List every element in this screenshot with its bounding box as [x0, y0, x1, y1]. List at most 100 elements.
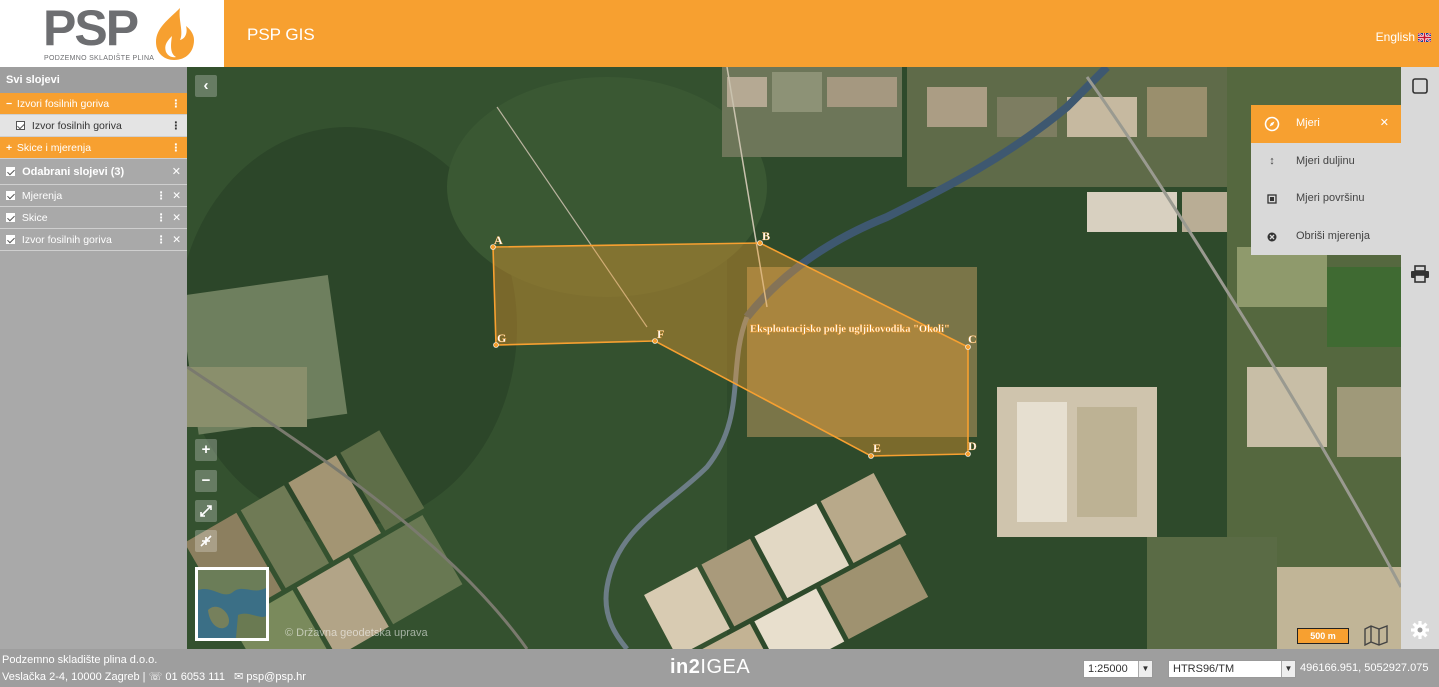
vertex-label-c: C: [968, 332, 977, 346]
vertex-label-g: G: [497, 331, 506, 345]
brand-bold: in2: [670, 656, 701, 678]
footer-address: Veslačka 2-4, 10000 Zagreb: [2, 671, 140, 683]
separator: [228, 671, 231, 683]
expand-icon[interactable]: +: [6, 137, 14, 159]
uk-flag-icon: [1418, 32, 1431, 42]
close-icon[interactable]: ✕: [172, 185, 181, 207]
close-icon[interactable]: ✕: [172, 159, 181, 185]
shrink-arrows-icon: [200, 535, 212, 547]
selected-layers-header[interactable]: Odabrani slojevi (3) ✕: [0, 159, 187, 185]
map-view[interactable]: A B C D E F G Eksploatacijsko polje uglj…: [187, 67, 1401, 649]
collapse-icon[interactable]: −: [6, 93, 14, 115]
overview-imagery: [198, 570, 266, 638]
layer-group-label: Skice i mjerenja: [16, 142, 92, 154]
selected-layer-fossil-fuel-source[interactable]: Izvor fosilnih goriva ⋮ ✕: [0, 229, 187, 251]
measure-menu-header[interactable]: Mjeri ✕: [1251, 105, 1401, 143]
ruler-vertical-icon: ↕: [1269, 154, 1275, 167]
clear-measurements-item[interactable]: Obriši mjerenja: [1251, 218, 1401, 256]
measure-item-label: Mjeri duljinu: [1296, 154, 1355, 167]
measure-menu-title: Mjeri: [1296, 117, 1320, 129]
footer-email[interactable]: psp@psp.hr: [246, 671, 305, 683]
close-icon[interactable]: ✕: [1380, 105, 1389, 143]
vertex-label-a: A: [494, 233, 503, 247]
all-layers-title: Svi slojevi: [0, 67, 187, 93]
expand-arrows-icon: [200, 505, 212, 517]
selected-layers-title: Odabrani slojevi (3): [22, 166, 125, 178]
logo[interactable]: PSP PODZEMNO SKLADIŠTE PLINA: [0, 0, 224, 67]
layer-label: Skice: [21, 212, 48, 224]
vertex-label-d: D: [968, 439, 977, 453]
layer-checkbox[interactable]: [6, 191, 15, 200]
zoom-extent-button[interactable]: [195, 530, 217, 552]
scale-select-value: 1:25000: [1088, 663, 1128, 675]
layer-fossil-fuel-source[interactable]: Izvor fosilnih goriva ⋮: [0, 115, 187, 137]
overview-map[interactable]: [195, 567, 269, 641]
layer-group-fossil-fuels[interactable]: − Izvori fosilnih goriva ⋮: [0, 93, 187, 115]
menu-dots-icon[interactable]: ⋮: [156, 229, 167, 251]
layer-label: Izvor fosilnih goriva: [21, 234, 112, 246]
measure-item-label: Obriši mjerenja: [1296, 229, 1370, 242]
projection-select-value: HTRS96/TM: [1173, 663, 1235, 675]
fullscreen-button[interactable]: [195, 500, 217, 522]
layer-checkbox[interactable]: [16, 121, 25, 130]
layer-checkbox[interactable]: [6, 213, 15, 222]
scale-select[interactable]: 1:25000 ▼: [1083, 660, 1153, 678]
vertex-label-b: B: [762, 229, 770, 243]
footer: Podzemno skladište plina d.o.o. Veslačka…: [0, 649, 1439, 687]
remove-circle-icon: [1264, 218, 1280, 259]
measure-item-label: Mjeri površinu: [1296, 192, 1365, 204]
menu-dots-icon[interactable]: ⋮: [171, 93, 182, 115]
zoom-out-button[interactable]: −: [195, 470, 217, 492]
vertex-label-e: E: [873, 441, 881, 455]
layers-panel: Svi slojevi − Izvori fosilnih goriva ⋮ I…: [0, 67, 187, 649]
close-icon[interactable]: ✕: [172, 207, 181, 229]
cursor-coordinates: 496166.951, 5052927.075: [1300, 662, 1429, 674]
close-icon[interactable]: ✕: [172, 229, 181, 251]
selected-layer-measurements[interactable]: Mjerenja ⋮ ✕: [0, 185, 187, 207]
flame-icon: [156, 8, 194, 60]
measure-length-item[interactable]: ↕ Mjeri duljinu: [1251, 143, 1401, 181]
phone-icon: ☏: [148, 671, 163, 683]
satellite-imagery: A B C D E F G Eksploatacijsko polje uglj…: [187, 67, 1401, 649]
area-icon: [1264, 180, 1280, 221]
scale-bar: 500 m: [1297, 628, 1349, 644]
polygon-label: Eksploatacijsko polje ugljikovodika "Oko…: [750, 324, 950, 335]
square-icon: [1412, 78, 1428, 94]
language-label: English: [1375, 30, 1415, 44]
menu-dots-icon[interactable]: ⋮: [171, 137, 182, 159]
envelope-icon: ✉: [234, 671, 244, 683]
header-bar: PSP GIS English: [224, 0, 1439, 67]
menu-dots-icon[interactable]: ⋮: [156, 207, 167, 229]
menu-dots-icon[interactable]: ⋮: [156, 185, 167, 207]
right-toolbar: [1401, 67, 1439, 649]
settings-button[interactable]: [1401, 611, 1439, 649]
measure-area-item[interactable]: Mjeri površinu: [1251, 180, 1401, 218]
map-attribution: © Državna geodetska uprava: [285, 627, 428, 639]
collapse-panel-button[interactable]: ‹: [195, 75, 217, 97]
footer-brand-logo[interactable]: in2IGEA: [670, 656, 750, 679]
print-button[interactable]: [1401, 255, 1439, 293]
printer-icon: [1411, 265, 1429, 283]
footer-contact: Veslačka 2-4, 10000 Zagreb | ☏ 01 6053 1…: [2, 670, 306, 683]
layer-label: Izvor fosilnih goriva: [31, 120, 122, 132]
menu-dots-icon[interactable]: ⋮: [171, 115, 182, 137]
measure-menu: Mjeri ✕ ↕ Mjeri duljinu Mjeri površinu O…: [1251, 105, 1401, 255]
layer-group-sketches[interactable]: + Skice i mjerenja ⋮: [0, 137, 187, 159]
language-switch[interactable]: English: [1376, 30, 1431, 44]
brand-light: IGEA: [700, 656, 751, 678]
projection-select[interactable]: HTRS96/TM ▼: [1168, 660, 1296, 678]
gear-icon: [1411, 621, 1429, 639]
selected-layer-sketches[interactable]: Skice ⋮ ✕: [0, 207, 187, 229]
footer-company: Podzemno skladište plina d.o.o.: [2, 654, 158, 666]
selected-layers-checkbox[interactable]: [6, 167, 15, 176]
app-title: PSP GIS: [247, 25, 315, 44]
layer-checkbox[interactable]: [6, 235, 15, 244]
layer-group-label: Izvori fosilnih goriva: [16, 98, 110, 110]
chevron-down-icon: ▼: [1281, 661, 1295, 677]
basemap-switch-icon[interactable]: [1363, 624, 1389, 646]
zoom-in-button[interactable]: +: [195, 439, 217, 461]
vertex-label-f: F: [657, 327, 664, 341]
layer-label: Mjerenja: [21, 190, 63, 202]
select-tool-button[interactable]: [1401, 67, 1439, 105]
logo-text: PSP: [43, 0, 139, 56]
